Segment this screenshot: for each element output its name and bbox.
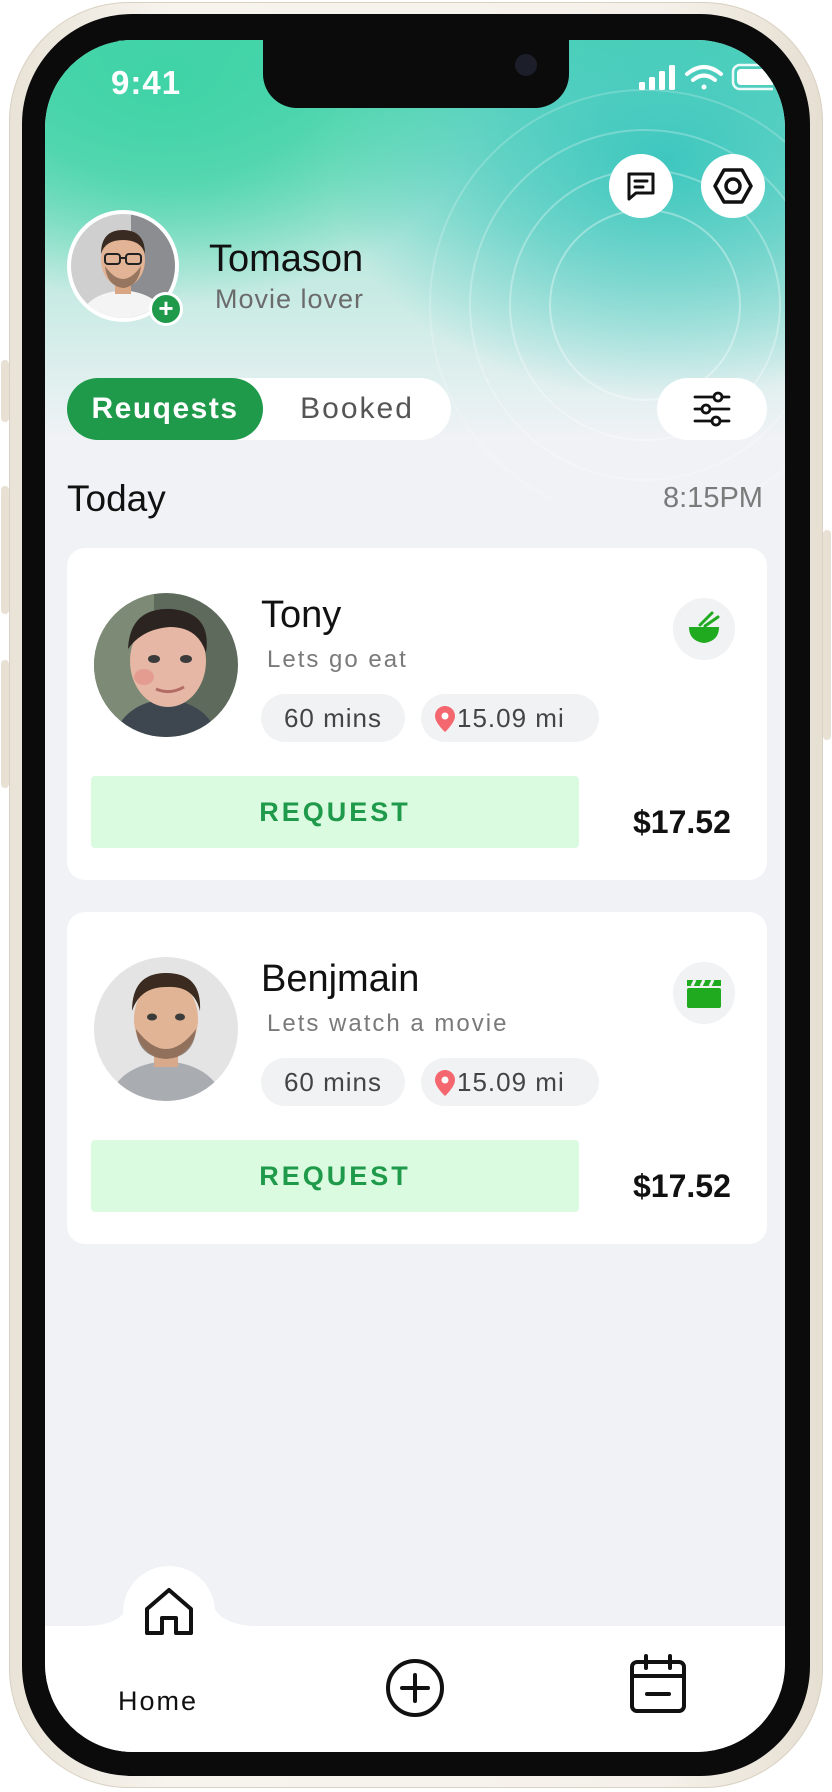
location-pin-icon <box>435 706 455 732</box>
tab-switcher: Reuqests Booked <box>67 378 451 440</box>
settings-button[interactable] <box>701 154 765 218</box>
distance-chip: 15.09 mi <box>421 1058 599 1106</box>
nav-label-home[interactable]: Home <box>118 1686 198 1717</box>
card-name: Benjmain <box>261 958 420 1000</box>
messages-button[interactable] <box>609 154 673 218</box>
section-time: 8:15PM <box>663 482 763 514</box>
side-button <box>1 660 9 788</box>
location-pin-icon <box>435 1070 455 1096</box>
request-button[interactable]: REQUEST <box>91 776 579 848</box>
card-message: Lets go eat <box>267 646 408 673</box>
tab-booked[interactable]: Booked <box>263 378 451 440</box>
avatar <box>94 957 238 1101</box>
request-card[interactable]: Benjmain Lets watch a movie 60 mins 15.0… <box>67 912 767 1244</box>
price: $17.52 <box>633 1168 731 1204</box>
request-card[interactable]: Tony Lets go eat 60 mins 15.09 mi REQUES… <box>67 548 767 880</box>
side-button <box>1 486 9 614</box>
clapperboard-icon <box>687 979 721 1008</box>
filter-button[interactable] <box>657 378 767 440</box>
front-camera <box>515 54 537 76</box>
request-button[interactable]: REQUEST <box>91 1140 579 1212</box>
card-message: Lets watch a movie <box>267 1010 509 1037</box>
tab-requests[interactable]: Reuqests <box>67 378 263 440</box>
category-badge <box>673 962 735 1024</box>
home-button[interactable] <box>123 1566 215 1658</box>
signal-icon <box>639 65 675 90</box>
status-time: 9:41 <box>111 64 182 101</box>
distance-text: 15.09 mi <box>457 703 565 733</box>
price: $17.52 <box>633 804 731 840</box>
add-icon[interactable] <box>385 1658 445 1718</box>
side-button <box>823 530 831 740</box>
card-name: Tony <box>261 594 342 636</box>
category-badge <box>673 598 735 660</box>
distance-text: 15.09 mi <box>457 1067 565 1097</box>
screen: 9:41 + Tomason Movie lover Reuqests Book… <box>45 40 785 1752</box>
notch <box>263 40 569 108</box>
chat-icon <box>627 172 655 201</box>
duration-chip: 60 mins <box>261 694 405 742</box>
sliders-icon <box>693 391 731 427</box>
avatar <box>94 593 238 737</box>
home-icon <box>145 1588 193 1635</box>
profile-subtitle: Movie lover <box>215 284 365 314</box>
side-button <box>1 360 9 422</box>
battery-icon <box>731 63 773 91</box>
add-photo-button[interactable]: + <box>149 292 183 326</box>
section-title: Today <box>67 478 166 519</box>
bowl-icon <box>689 611 720 643</box>
wifi-icon <box>685 65 723 90</box>
status-icons <box>639 63 773 91</box>
duration-chip: 60 mins <box>261 1058 405 1106</box>
profile-name: Tomason <box>209 238 364 280</box>
distance-chip: 15.09 mi <box>421 694 599 742</box>
calendar-icon[interactable] <box>629 1654 687 1714</box>
gear-icon <box>713 168 753 204</box>
